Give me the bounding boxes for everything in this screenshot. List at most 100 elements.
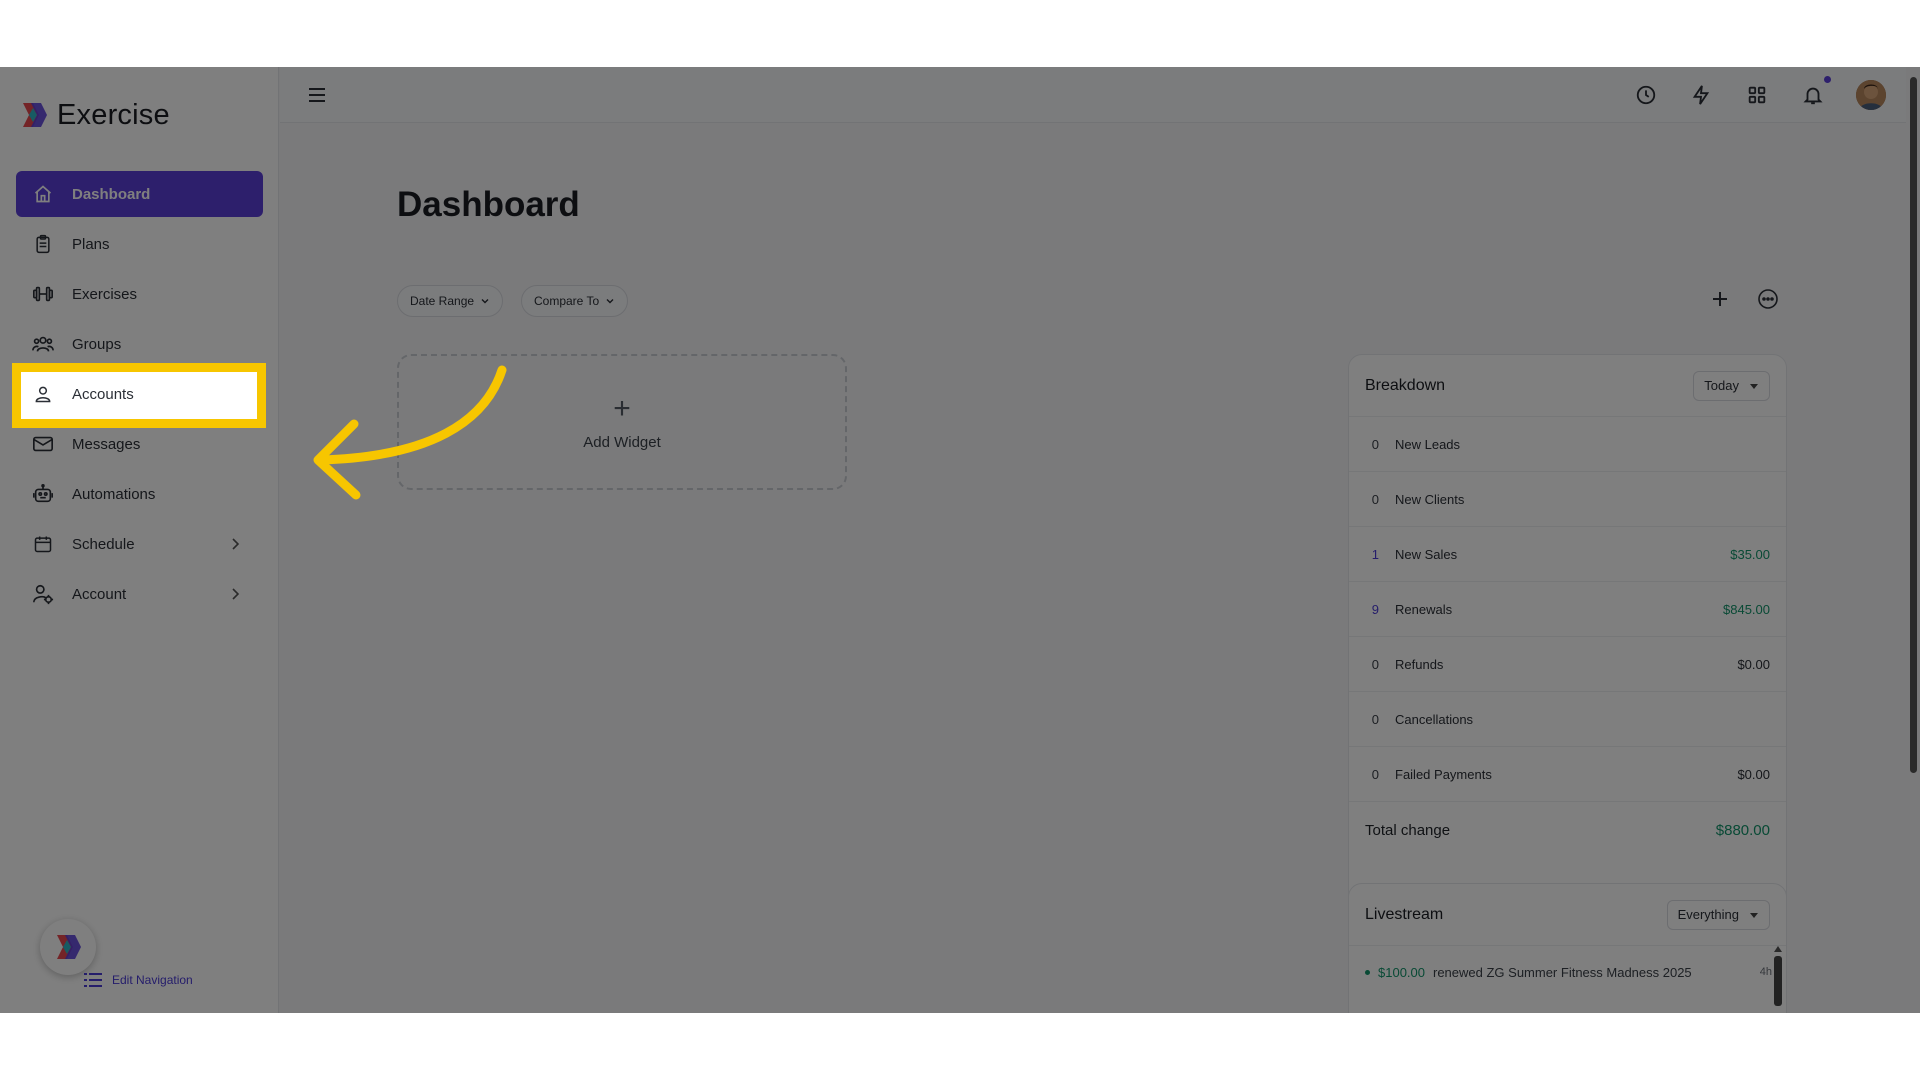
sidebar-item-schedule[interactable]: Schedule xyxy=(16,521,263,567)
sidebar-item-exercises[interactable]: Exercises xyxy=(16,271,263,317)
lightning-icon[interactable] xyxy=(1687,81,1715,109)
tutorial-arrow-icon xyxy=(313,365,507,500)
breakdown-row[interactable]: 9 Renewals $845.00 xyxy=(1349,582,1786,637)
breakdown-title: Breakdown xyxy=(1365,376,1446,394)
sidebar-item-label: Plans xyxy=(72,235,110,253)
row-count: 0 xyxy=(1371,711,1379,727)
entry-time: 4h xyxy=(1759,966,1772,978)
row-count: 9 xyxy=(1371,601,1379,617)
chevron-right-icon xyxy=(232,538,240,550)
row-amount: $0.00 xyxy=(1737,656,1770,672)
chevron-down-icon xyxy=(606,299,614,304)
logo[interactable]: Exercise xyxy=(19,97,170,133)
scrollbar-thumb[interactable] xyxy=(1910,77,1917,773)
status-dot xyxy=(1365,969,1370,975)
row-amount: $0.00 xyxy=(1737,766,1770,782)
breakdown-row[interactable]: 0 Failed Payments $0.00 xyxy=(1349,747,1786,802)
total-label: Total change xyxy=(1365,821,1451,839)
breakdown-card: Breakdown Today 0 New Leads 0 New Client… xyxy=(1348,354,1787,924)
sidebar-item-groups[interactable]: Groups xyxy=(16,321,263,367)
livestream-scrollbar[interactable] xyxy=(1773,940,1783,1013)
breakdown-row[interactable]: 0 New Clients xyxy=(1349,472,1786,527)
sidebar: Exercise Dashboard Plans Exercises Group… xyxy=(0,67,279,1013)
row-count: 1 xyxy=(1371,546,1379,562)
breakdown-total-row: Total change $880.00 xyxy=(1349,802,1786,858)
compare-to-filter[interactable]: Compare To xyxy=(521,285,629,317)
app-frame: Exercise Dashboard Plans Exercises Group… xyxy=(0,67,1920,1013)
caret-down-icon xyxy=(1750,912,1758,918)
row-count: 0 xyxy=(1371,656,1379,672)
livestream-card: Livestream Everything $100.00 renewed ZG… xyxy=(1348,883,1787,1013)
sidebar-item-label: Account xyxy=(72,585,127,603)
total-amount: $880.00 xyxy=(1715,821,1770,839)
edit-navigation-link[interactable]: Edit Navigation xyxy=(84,972,193,988)
logo-mark-icon xyxy=(23,103,47,127)
calendar-icon xyxy=(32,533,54,555)
add-widget-label: Add Widget xyxy=(583,433,661,451)
home-icon xyxy=(32,183,54,205)
row-label: New Sales xyxy=(1395,546,1458,562)
row-label: Refunds xyxy=(1395,656,1444,672)
dumbbell-icon xyxy=(32,283,54,305)
plus-icon: + xyxy=(613,391,631,425)
sidebar-item-plans[interactable]: Plans xyxy=(16,221,263,267)
livestream-title: Livestream xyxy=(1365,905,1444,923)
topbar xyxy=(280,67,1920,123)
sidebar-item-label: Messages xyxy=(72,435,141,453)
mail-icon xyxy=(32,433,54,455)
scrollbar-thumb[interactable] xyxy=(1774,956,1782,1006)
livestream-filter-select[interactable]: Everything xyxy=(1666,899,1770,930)
sidebar-item-dashboard[interactable]: Dashboard xyxy=(16,171,263,217)
user-icon xyxy=(32,383,54,405)
breakdown-row[interactable]: 0 Cancellations xyxy=(1349,692,1786,747)
row-count: 0 xyxy=(1371,436,1379,452)
sidebar-item-label: Dashboard xyxy=(72,185,151,203)
row-label: Failed Payments xyxy=(1395,766,1492,782)
breakdown-row[interactable]: 1 New Sales $35.00 xyxy=(1349,527,1786,582)
livestream-entry[interactable]: $100.00 renewed ZG Summer Fitness Madnes… xyxy=(1349,946,1786,998)
sidebar-item-automations[interactable]: Automations xyxy=(16,471,263,517)
more-options-icon[interactable] xyxy=(1754,285,1782,313)
sidebar-item-label: Schedule xyxy=(72,535,135,553)
page-title: Dashboard xyxy=(397,185,580,224)
chevron-right-icon xyxy=(232,588,240,600)
breakdown-period-value: Today xyxy=(1704,378,1739,393)
caret-down-icon xyxy=(1750,383,1758,389)
history-icon[interactable] xyxy=(1632,81,1660,109)
clipboard-icon xyxy=(32,233,54,255)
sidebar-item-accounts[interactable]: Accounts xyxy=(16,369,263,419)
breakdown-period-select[interactable]: Today xyxy=(1693,370,1770,401)
row-count: 0 xyxy=(1371,491,1379,507)
help-launcher-button[interactable] xyxy=(40,919,96,975)
apps-grid-icon[interactable] xyxy=(1743,81,1771,109)
row-label: Renewals xyxy=(1395,601,1453,617)
row-amount: $35.00 xyxy=(1730,546,1770,562)
sidebar-item-label: Groups xyxy=(72,335,122,353)
list-icon xyxy=(84,973,102,987)
notification-dot xyxy=(1824,76,1831,83)
add-icon[interactable] xyxy=(1706,285,1734,313)
date-range-filter[interactable]: Date Range xyxy=(397,285,504,317)
livestream-filter-value: Everything xyxy=(1677,907,1739,922)
breakdown-row[interactable]: 0 Refunds $0.00 xyxy=(1349,637,1786,692)
row-label: New Leads xyxy=(1395,436,1461,452)
menu-icon[interactable] xyxy=(306,84,328,106)
user-gear-icon xyxy=(32,583,54,605)
page-scrollbar[interactable] xyxy=(1906,67,1920,1013)
row-label: New Clients xyxy=(1395,491,1465,507)
robot-icon xyxy=(32,483,54,505)
breakdown-row[interactable]: 0 New Leads xyxy=(1349,417,1786,472)
sidebar-item-label: Accounts xyxy=(72,385,134,403)
edit-navigation-label: Edit Navigation xyxy=(112,973,193,987)
row-amount: $845.00 xyxy=(1723,601,1770,617)
row-label: Cancellations xyxy=(1395,711,1474,727)
bell-icon[interactable] xyxy=(1799,81,1827,109)
entry-text: renewed ZG Summer Fitness Madness 2025 xyxy=(1433,964,1692,980)
user-avatar-icon xyxy=(1856,80,1886,110)
sidebar-item-label: Automations xyxy=(72,485,156,503)
sidebar-item-account[interactable]: Account xyxy=(16,571,263,617)
scroll-up-icon xyxy=(1774,946,1782,952)
avatar[interactable] xyxy=(1856,80,1886,110)
compare-to-label: Compare To xyxy=(534,294,600,308)
row-count: 0 xyxy=(1371,766,1379,782)
